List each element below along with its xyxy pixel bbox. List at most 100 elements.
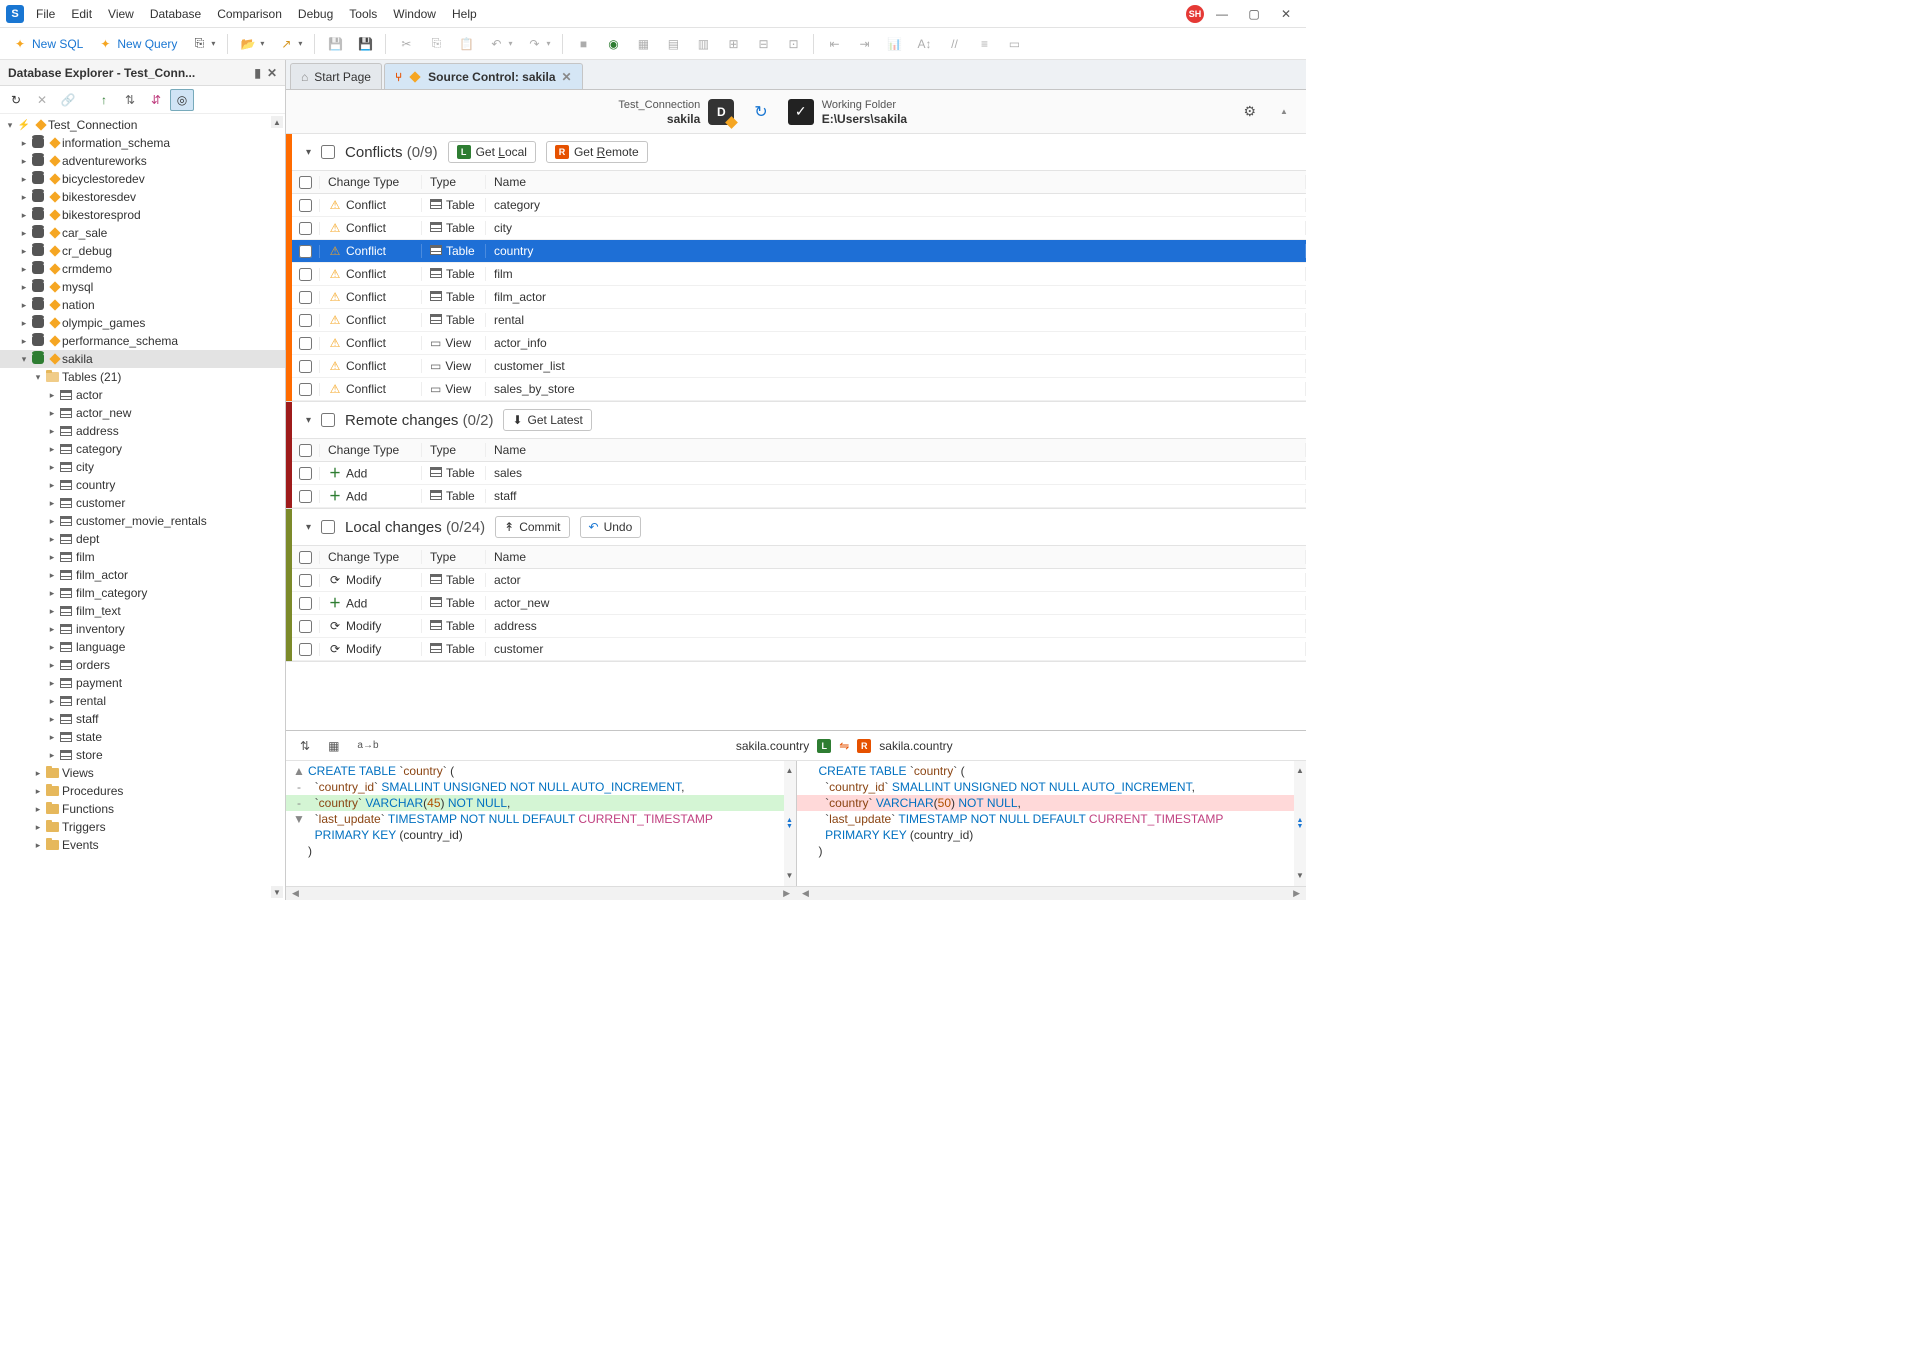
code-line[interactable]: ▼ `last_update` TIMESTAMP NOT NULL DEFAU… [286, 811, 796, 827]
code-line[interactable]: `country` VARCHAR(50) NOT NULL, [797, 795, 1307, 811]
menu-database[interactable]: Database [142, 3, 209, 25]
select-all-checkbox[interactable] [321, 145, 335, 159]
row-actor_info[interactable]: ⚠Conflict ▭View actor_info [292, 332, 1306, 355]
row-checkbox[interactable] [299, 574, 312, 587]
row-actor[interactable]: ⟳Modify Table actor [292, 569, 1306, 592]
tree-table-inventory[interactable]: ▸inventory [0, 620, 285, 638]
execute-button[interactable]: ◉ [599, 32, 627, 56]
maximize-button[interactable]: ▢ [1240, 4, 1268, 24]
close-button[interactable]: ✕ [1272, 4, 1300, 24]
row-checkbox[interactable] [299, 360, 312, 373]
tree-folder-procedures[interactable]: ▸Procedures [0, 782, 285, 800]
header-checkbox[interactable] [299, 176, 312, 189]
database-tree[interactable]: ▲ ▼ ▾⚡Test_Connection▸information_schema… [0, 114, 285, 900]
filter-2-button[interactable]: ⇅ [118, 89, 142, 111]
tree-table-category[interactable]: ▸category [0, 440, 285, 458]
hscroll-right[interactable]: ◀▶ [796, 886, 1306, 900]
tree-table-film_category[interactable]: ▸film_category [0, 584, 285, 602]
tree-table-film[interactable]: ▸film [0, 548, 285, 566]
collapse-icon[interactable]: ▾ [306, 415, 311, 426]
code-line[interactable]: CREATE TABLE `country` ( [797, 763, 1307, 779]
commit-button[interactable]: ↟Commit [495, 516, 569, 538]
row-checkbox[interactable] [299, 620, 312, 633]
tree-table-state[interactable]: ▸state [0, 728, 285, 746]
menu-tools[interactable]: Tools [341, 3, 385, 25]
tree-db-olympic_games[interactable]: ▸olympic_games [0, 314, 285, 332]
vscroll[interactable]: ▲▲▼▼ [1294, 761, 1306, 886]
tree-folder-views[interactable]: ▸Views [0, 764, 285, 782]
menu-debug[interactable]: Debug [290, 3, 341, 25]
tab-source-control[interactable]: ⑂ Source Control: sakila ✕ [384, 63, 583, 89]
diff-right-pane[interactable]: ▲▲▼▼ CREATE TABLE `country` ( `country_i… [797, 761, 1307, 886]
row-checkbox[interactable] [299, 597, 312, 610]
code-line[interactable]: `country_id` SMALLINT UNSIGNED NOT NULL … [797, 779, 1307, 795]
tree-db-nation[interactable]: ▸nation [0, 296, 285, 314]
tree-db-sakila[interactable]: ▾sakila [0, 350, 285, 368]
tree-table-rental[interactable]: ▸rental [0, 692, 285, 710]
code-line[interactable]: ) [286, 843, 796, 859]
tree-folder-triggers[interactable]: ▸Triggers [0, 818, 285, 836]
user-avatar[interactable]: SH [1186, 5, 1204, 23]
tree-table-customer_movie_rentals[interactable]: ▸customer_movie_rentals [0, 512, 285, 530]
row-sales[interactable]: ＋Add Table sales [292, 462, 1306, 485]
tree-db-bicyclestoredev[interactable]: ▸bicyclestoredev [0, 170, 285, 188]
header-checkbox[interactable] [299, 551, 312, 564]
row-checkbox[interactable] [299, 643, 312, 656]
row-checkbox[interactable] [299, 383, 312, 396]
tree-tables-folder[interactable]: ▾Tables (21) [0, 368, 285, 386]
vscroll[interactable]: ▲▲▼▼ [784, 761, 796, 886]
toolbar-export[interactable]: ↗▾ [272, 32, 308, 56]
row-checkbox[interactable] [299, 199, 312, 212]
row-city[interactable]: ⚠Conflict Table city [292, 217, 1306, 240]
collapse-icon[interactable]: ▾ [306, 522, 311, 533]
tab-start-page[interactable]: ⌂ Start Page [290, 63, 382, 89]
menu-comparison[interactable]: Comparison [209, 3, 290, 25]
new-sql-button[interactable]: ✦New SQL [6, 32, 89, 56]
code-line[interactable]: PRIMARY KEY (country_id) [286, 827, 796, 843]
hscroll-left[interactable]: ◀▶ [286, 886, 796, 900]
tree-table-address[interactable]: ▸address [0, 422, 285, 440]
code-line[interactable]: - `country_id` SMALLINT UNSIGNED NOT NUL… [286, 779, 796, 795]
gear-icon[interactable]: ⚙ [1243, 103, 1256, 120]
close-panel-icon[interactable]: ✕ [267, 66, 277, 80]
save-all-button[interactable]: 💾 [351, 32, 379, 56]
select-all-checkbox[interactable] [321, 520, 335, 534]
tree-db-cr_debug[interactable]: ▸cr_debug [0, 242, 285, 260]
filter-1-button[interactable]: ↑ [92, 89, 116, 111]
tree-db-car_sale[interactable]: ▸car_sale [0, 224, 285, 242]
tree-table-film_text[interactable]: ▸film_text [0, 602, 285, 620]
code-line[interactable]: - `country` VARCHAR(45) NOT NULL, [286, 795, 796, 811]
row-actor_new[interactable]: ＋Add Table actor_new [292, 592, 1306, 615]
menu-help[interactable]: Help [444, 3, 485, 25]
minimize-button[interactable]: — [1208, 4, 1236, 24]
tree-db-bikestoresdev[interactable]: ▸bikestoresdev [0, 188, 285, 206]
code-line[interactable]: PRIMARY KEY (country_id) [797, 827, 1307, 843]
toolbar-dropdown-1[interactable]: ⎘▾ [185, 32, 221, 56]
get-local-button[interactable]: LGet Local [448, 141, 536, 163]
code-line[interactable]: ▲CREATE TABLE `country` ( [286, 763, 796, 779]
row-customer_list[interactable]: ⚠Conflict ▭View customer_list [292, 355, 1306, 378]
get-remote-button[interactable]: RGet Remote [546, 141, 648, 163]
menu-file[interactable]: File [28, 3, 63, 25]
new-query-button[interactable]: ✦New Query [91, 32, 183, 56]
tree-folder-functions[interactable]: ▸Functions [0, 800, 285, 818]
diff-left-pane[interactable]: ▲▲▼▼ ▲CREATE TABLE `country` (- `country… [286, 761, 797, 886]
toolbar-open[interactable]: 📂▾ [234, 32, 270, 56]
filter-4-button[interactable]: ◎ [170, 89, 194, 111]
scroll-down-icon[interactable]: ▼ [271, 886, 283, 898]
tree-table-city[interactable]: ▸city [0, 458, 285, 476]
row-sales_by_store[interactable]: ⚠Conflict ▭View sales_by_store [292, 378, 1306, 401]
code-line[interactable]: `last_update` TIMESTAMP NOT NULL DEFAULT… [797, 811, 1307, 827]
refresh-icon[interactable]: ↻ [754, 102, 767, 122]
diff-nav-button[interactable]: ⇅ [296, 737, 314, 755]
tree-table-dept[interactable]: ▸dept [0, 530, 285, 548]
tree-table-staff[interactable]: ▸staff [0, 710, 285, 728]
tree-table-actor_new[interactable]: ▸actor_new [0, 404, 285, 422]
tree-db-crmdemo[interactable]: ▸crmdemo [0, 260, 285, 278]
swap-icon[interactable]: ⇋ [839, 739, 849, 753]
row-staff[interactable]: ＋Add Table staff [292, 485, 1306, 508]
diff-grid-button[interactable]: ▦ [324, 737, 343, 755]
tree-connection[interactable]: ▾⚡Test_Connection [0, 116, 285, 134]
tree-table-country[interactable]: ▸country [0, 476, 285, 494]
tree-table-actor[interactable]: ▸actor [0, 386, 285, 404]
